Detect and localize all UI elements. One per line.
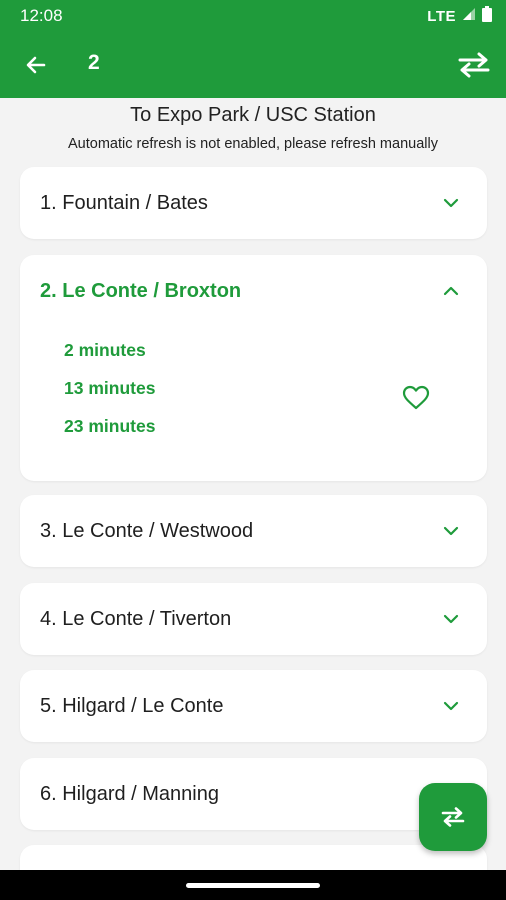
stop-card-header[interactable]: 5. Hilgard / Le Conte (20, 670, 487, 742)
stop-name: 6. Hilgard / Manning (40, 782, 219, 805)
stop-card[interactable]: 3. Le Conte / Westwood (20, 495, 487, 567)
back-button[interactable] (20, 49, 52, 81)
stop-card-header[interactable]: 1. Fountain / Bates (20, 167, 487, 239)
chevron-down-icon (439, 607, 463, 631)
favorite-button[interactable] (400, 383, 432, 413)
arrival-time: 23 minutes (64, 416, 156, 436)
stop-name: 5. Hilgard / Le Conte (40, 694, 224, 717)
stop-card-expanded[interactable]: 2. Le Conte / Broxton 2 minutes 13 minut… (20, 255, 487, 481)
status-time: 12:08 (20, 6, 63, 25)
status-icons: LTE (427, 5, 492, 27)
battery-icon (482, 5, 492, 27)
status-bar: 12:08 LTE (0, 0, 506, 32)
stop-card[interactable]: 6. Hilgard / Manning (20, 758, 487, 830)
refresh-note: Automatic refresh is not enabled, please… (68, 136, 438, 152)
stop-card-header[interactable]: 3. Le Conte / Westwood (20, 495, 487, 567)
swap-direction-button[interactable] (454, 47, 494, 83)
arrival-time: 2 minutes (64, 340, 146, 360)
system-nav-bar (0, 870, 506, 900)
arrow-left-icon (26, 56, 46, 74)
stop-name: 2. Le Conte / Broxton (40, 279, 242, 302)
network-type: LTE (427, 7, 456, 25)
arrival-list: 2 minutes 13 minutes 23 minutes (64, 339, 155, 453)
app-bar: 2 (0, 32, 506, 98)
stop-card-header[interactable]: 2. Le Conte / Broxton (20, 255, 487, 327)
stop-card-header[interactable]: 4. Le Conte / Tiverton (20, 583, 487, 655)
heart-outline-icon (402, 385, 430, 410)
route-title: 2 (88, 51, 100, 74)
stop-name: 1. Fountain / Bates (40, 191, 208, 214)
chevron-up-icon (439, 279, 463, 303)
stop-card[interactable]: 4. Le Conte / Tiverton (20, 583, 487, 655)
stop-card[interactable]: 5. Hilgard / Le Conte (20, 670, 487, 742)
swap-horizontal-icon (441, 807, 465, 827)
swap-horizontal-icon (458, 52, 490, 78)
stop-name: 4. Le Conte / Tiverton (40, 607, 232, 630)
chevron-down-icon (439, 191, 463, 215)
stop-name: 3. Le Conte / Westwood (40, 519, 254, 542)
signal-icon (462, 6, 476, 26)
chevron-down-icon (439, 519, 463, 543)
stop-card[interactable]: 1. Fountain / Bates (20, 167, 487, 239)
chevron-down-icon (439, 694, 463, 718)
direction-title: To Expo Park / USC Station (130, 104, 376, 126)
stop-card-header[interactable]: 6. Hilgard / Manning (20, 758, 487, 830)
home-handle[interactable] (186, 883, 320, 888)
arrival-time: 13 minutes (64, 378, 156, 398)
swap-direction-fab[interactable] (419, 783, 487, 851)
